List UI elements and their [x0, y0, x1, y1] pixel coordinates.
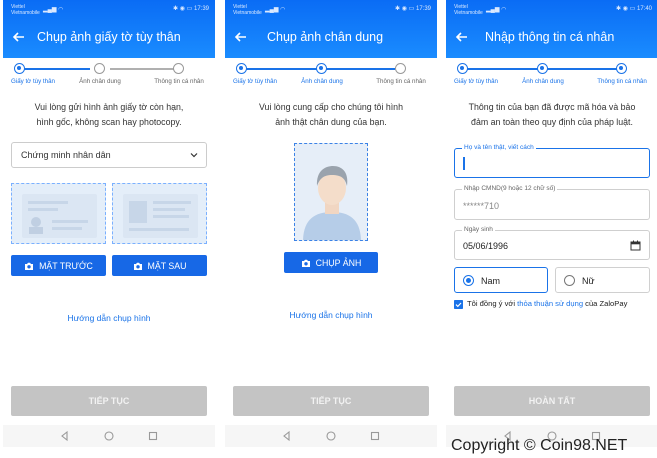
clock: 17:39: [193, 6, 209, 12]
capture-back-button[interactable]: MẶT SAU: [112, 255, 207, 276]
clock: 17:40: [636, 6, 652, 12]
document-type-value: Chứng minh nhân dân: [21, 150, 111, 160]
id-number-value: ******710: [463, 201, 500, 211]
terms-link[interactable]: thỏa thuận sử dụng: [517, 299, 583, 308]
nav-back-icon[interactable]: [281, 430, 293, 442]
capture-portrait-button[interactable]: CHỤP ẢNH: [284, 252, 378, 273]
progress-stepper: Giấy tờ tùy thân Ảnh chân dung Thông tin…: [446, 62, 657, 92]
date-of-birth-field[interactable]: Ngày sinh 05/06/1996: [454, 226, 650, 260]
camera-icon: [133, 262, 142, 270]
step-1-indicator: [457, 63, 468, 74]
app-bar: Viettel Vietnamobile ▂▄▆ ◠ ✱ ◉ ▭ 17:39 Ch…: [3, 0, 215, 58]
page-title: Nhập thông tin cá nhân: [485, 30, 615, 44]
step-1-indicator: [14, 63, 25, 74]
chevron-down-icon: [190, 153, 198, 158]
status-bar: Viettel Vietnamobile ▂▄▆ ◠ ✱ ◉ ▭ 17:39: [233, 4, 431, 16]
capture-front-button[interactable]: MẶT TRƯỚC: [11, 255, 106, 276]
nav-recents-icon[interactable]: [369, 430, 381, 442]
screen-id-document: Viettel Vietnamobile ▂▄▆ ◠ ✱ ◉ ▭ 17:39 Ch…: [3, 0, 215, 458]
step-1-label: Giấy tờ tùy thân: [11, 78, 55, 85]
continue-button[interactable]: TIẾP TỤC: [233, 386, 429, 416]
step-3-label: Thông tin cá nhân: [154, 78, 204, 85]
back-arrow-icon[interactable]: [234, 30, 248, 44]
step-2-label: Ảnh chân dung: [301, 78, 343, 85]
status-icons: ✱ ◉ ▭: [616, 6, 637, 12]
date-of-birth-value: 05/06/1996: [463, 241, 509, 251]
document-type-select[interactable]: Chứng minh nhân dân: [11, 142, 207, 168]
id-back-preview[interactable]: [112, 183, 207, 244]
back-arrow-icon[interactable]: [455, 30, 469, 44]
instruction-text: Vui lòng gửi hình ảnh giấy tờ còn hạn, h…: [34, 102, 184, 127]
status-bar: Viettel Vietnamobile ▂▄▆ ◠ ✱ ◉ ▭ 17:39: [11, 4, 209, 16]
terms-agreement-text: Tôi đồng ý với thỏa thuận sử dụng của Za…: [467, 299, 628, 308]
app-bar: Viettel Vietnamobile ▂▄▆ ◠ ✱ ◉ ▭ 17:39 Ch…: [225, 0, 437, 58]
step-3-label: Thông tin cá nhân: [597, 78, 647, 85]
id-number-label: Nhập CMND(9 hoặc 12 chữ số): [462, 185, 558, 192]
signal-icon: ▂▄▆ ◠: [265, 7, 286, 13]
screen-personal-info: Viettel Vietnamobile ▂▄▆ ◠ ✱ ◉ ▭ 17:40 Nh…: [446, 0, 657, 458]
step-3-indicator: [173, 63, 184, 74]
app-bar: Viettel Vietnamobile ▂▄▆ ◠ ✱ ◉ ▭ 17:40 Nh…: [446, 0, 657, 58]
photo-guide-link[interactable]: Hướng dẫn chụp hình: [3, 313, 215, 323]
back-arrow-icon[interactable]: [12, 30, 26, 44]
full-name-field[interactable]: Họ và tên thật, viết cách: [454, 144, 650, 178]
status-icons: ✱ ◉ ▭: [173, 6, 194, 12]
page-title: Chụp ảnh giấy tờ tùy thân: [37, 30, 181, 44]
step-3-label: Thông tin cá nhân: [376, 78, 426, 85]
step-2-indicator: [94, 63, 105, 74]
camera-icon: [25, 262, 34, 270]
android-nav-bar: [225, 425, 437, 447]
nav-back-icon[interactable]: [59, 430, 71, 442]
gender-female-radio[interactable]: Nữ: [555, 267, 650, 293]
full-name-label: Họ và tên thật, viết cách: [462, 144, 536, 151]
instruction-text: Thông tin của bạn đã được mã hóa và bảo …: [468, 102, 636, 127]
status-bar: Viettel Vietnamobile ▂▄▆ ◠ ✱ ◉ ▭ 17:40: [454, 4, 652, 16]
clock: 17:39: [415, 6, 431, 12]
nav-home-icon[interactable]: [103, 430, 115, 442]
gender-male-radio[interactable]: Nam: [454, 267, 548, 293]
step-1-indicator: [236, 63, 247, 74]
step-2-indicator: [537, 63, 548, 74]
photo-guide-link[interactable]: Hướng dẫn chụp hình: [225, 310, 437, 320]
page-title: Chụp ảnh chân dung: [267, 30, 384, 44]
id-front-preview[interactable]: [11, 183, 106, 244]
date-of-birth-label: Ngày sinh: [462, 226, 495, 233]
step-1-label: Giấy tờ tùy thân: [233, 78, 277, 85]
step-3-indicator: [395, 63, 406, 74]
camera-icon: [301, 259, 310, 267]
signal-icon: ▂▄▆ ◠: [43, 7, 64, 13]
step-2-label: Ảnh chân dung: [522, 78, 564, 85]
text-cursor: [463, 157, 465, 170]
id-number-field[interactable]: Nhập CMND(9 hoặc 12 chữ số) ******710: [454, 185, 650, 220]
signal-icon: ▂▄▆ ◠: [486, 7, 507, 13]
progress-stepper: Giấy tờ tùy thân Ảnh chân dung Thông tin…: [225, 62, 437, 92]
instruction-text: Vui lòng cung cấp cho chúng tôi hình ảnh…: [259, 102, 403, 127]
checkbox-checked-icon[interactable]: [454, 300, 463, 309]
android-nav-bar: [3, 425, 215, 447]
person-silhouette-icon: [303, 166, 361, 240]
copyright-watermark: Copyright © Coin98.NET: [451, 437, 628, 454]
radio-checked-icon: [463, 275, 474, 286]
nav-recents-icon[interactable]: [147, 430, 159, 442]
progress-stepper: Giấy tờ tùy thân Ảnh chân dung Thông tin…: [3, 62, 215, 92]
step-1-label: Giấy tờ tùy thân: [454, 78, 498, 85]
step-3-indicator: [616, 63, 627, 74]
finish-button[interactable]: HOÀN TẤT: [454, 386, 650, 416]
portrait-preview[interactable]: [294, 143, 368, 241]
step-2-label: Ảnh chân dung: [79, 78, 121, 85]
calendar-icon[interactable]: [630, 240, 641, 251]
nav-home-icon[interactable]: [325, 430, 337, 442]
screen-portrait: Viettel Vietnamobile ▂▄▆ ◠ ✱ ◉ ▭ 17:39 Ch…: [225, 0, 437, 458]
status-icons: ✱ ◉ ▭: [395, 6, 416, 12]
continue-button[interactable]: TIẾP TỤC: [11, 386, 207, 416]
step-2-indicator: [316, 63, 327, 74]
id-card-back-illustration: [123, 194, 198, 238]
id-card-front-illustration: [22, 194, 97, 238]
radio-unchecked-icon: [564, 275, 575, 286]
